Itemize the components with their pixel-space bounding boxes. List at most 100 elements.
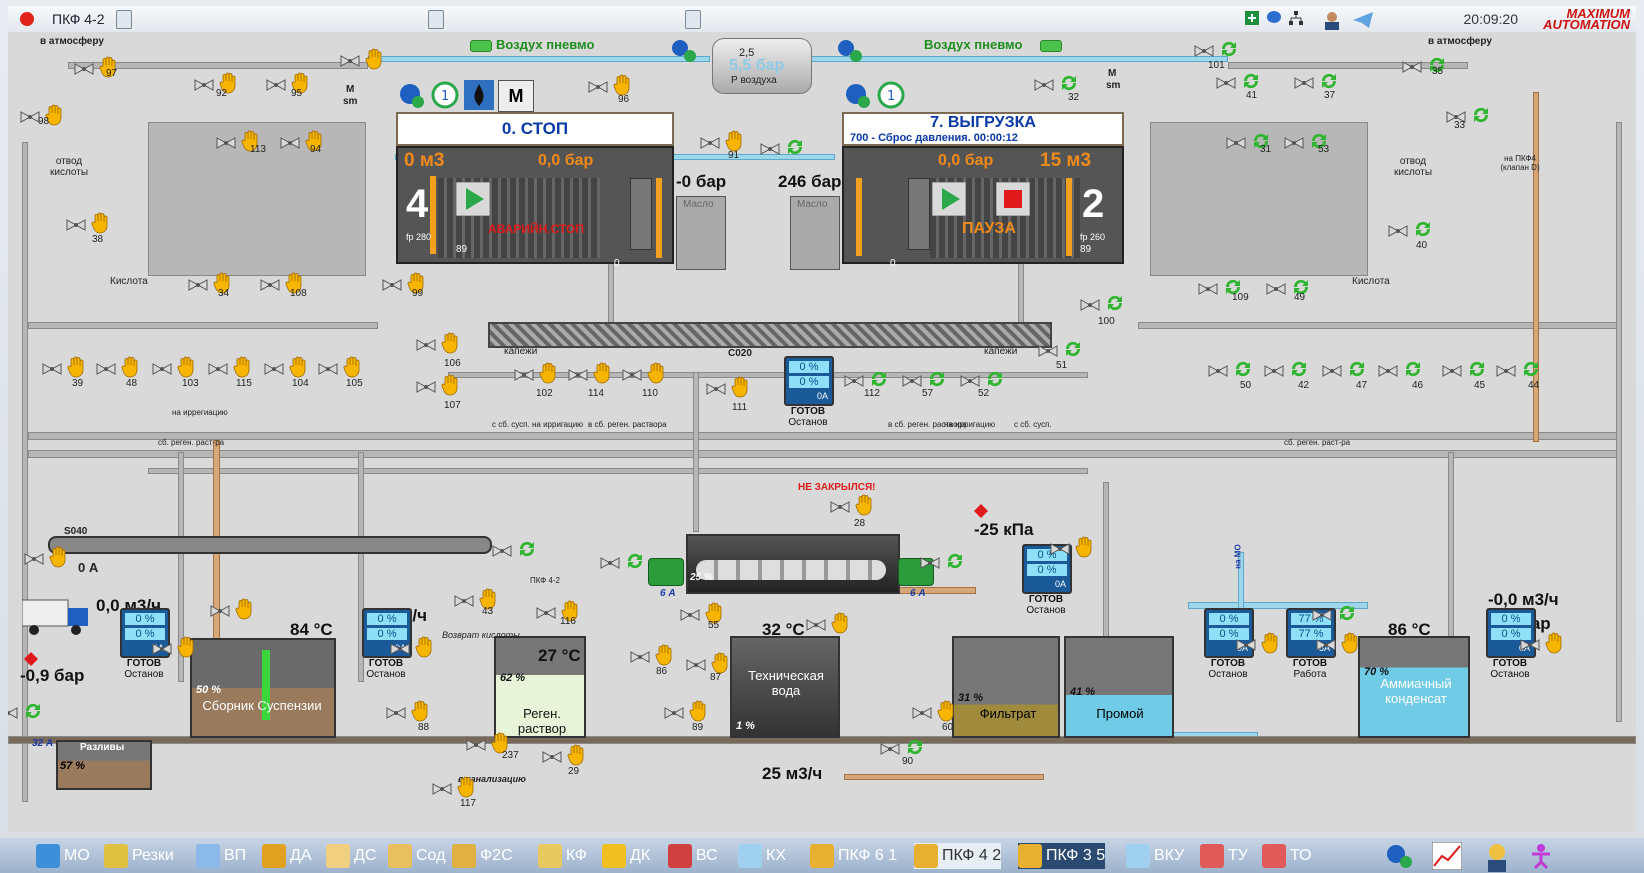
taskbar-item-2[interactable]: ВП	[196, 843, 246, 869]
valve-icon[interactable]	[902, 374, 922, 388]
valve-icon[interactable]	[1294, 76, 1314, 90]
manual-mode-hand-icon[interactable]	[612, 74, 634, 96]
taskbar-item-8[interactable]: ДК	[602, 843, 650, 869]
valve-icon[interactable]	[188, 278, 208, 292]
taskbar-item-0[interactable]: МО	[36, 843, 90, 869]
auto-mode-recycle-icon[interactable]	[868, 368, 890, 390]
gear-icon[interactable]	[668, 36, 698, 64]
manual-mode-hand-icon[interactable]	[646, 362, 668, 384]
settings-gear-icon[interactable]	[396, 80, 426, 110]
valve-icon[interactable]	[390, 642, 410, 656]
manual-mode-hand-icon[interactable]	[566, 744, 588, 766]
send-message-icon[interactable]	[1352, 10, 1374, 30]
valve-icon[interactable]	[622, 368, 642, 382]
valve-icon[interactable]	[706, 382, 726, 396]
auto-mode-recycle-icon[interactable]	[1240, 70, 1262, 92]
valve-icon[interactable]	[1264, 364, 1284, 378]
trend-chart-icon[interactable]	[1432, 842, 1462, 870]
filter-press-2[interactable]: 0,0 бар 15 м3 ПАУЗА 0 89 2 fp 260	[842, 146, 1124, 269]
auto-mode-recycle-icon[interactable]	[1466, 358, 1488, 380]
belt-conveyor-s040[interactable]	[48, 536, 492, 554]
auto-mode-recycle-icon[interactable]	[904, 736, 926, 758]
notepad-icon[interactable]	[428, 10, 444, 29]
taskbar-item-7[interactable]: КФ	[538, 843, 587, 869]
valve-icon[interactable]	[920, 556, 940, 570]
motor[interactable]	[648, 558, 684, 586]
valve-icon[interactable]	[960, 374, 980, 388]
manual-mode-hand-icon[interactable]	[120, 356, 142, 378]
oil-drop-icon[interactable]	[464, 80, 494, 110]
notepad-icon[interactable]	[685, 10, 701, 29]
valve-icon[interactable]	[74, 62, 94, 76]
auto-mode-recycle-icon[interactable]	[22, 700, 44, 722]
taskbar-item-1[interactable]: Резки	[104, 843, 174, 869]
mode-manual-button[interactable]: M	[498, 80, 534, 112]
manual-mode-hand-icon[interactable]	[730, 376, 752, 398]
valve-icon[interactable]	[1322, 364, 1342, 378]
tech-water-tank[interactable]: Техническая вода 1 %	[730, 636, 840, 738]
valve-icon[interactable]	[700, 136, 720, 150]
oil-unit-left[interactable]: Масло	[676, 196, 726, 270]
valve-icon[interactable]	[600, 556, 620, 570]
manual-mode-hand-icon[interactable]	[854, 494, 876, 516]
pump-panel-31[interactable]: 0 % 0 % 0A	[784, 356, 834, 406]
manual-mode-hand-icon[interactable]	[414, 636, 436, 658]
valve-icon[interactable]	[760, 142, 780, 156]
record-indicator-icon[interactable]	[20, 12, 34, 26]
valve-icon[interactable]	[514, 368, 534, 382]
auto-mode-recycle-icon[interactable]	[1470, 104, 1492, 126]
manual-mode-hand-icon[interactable]	[66, 356, 88, 378]
valve-icon[interactable]	[454, 594, 474, 608]
valve-icon[interactable]	[386, 706, 406, 720]
network-icon[interactable]	[1288, 10, 1304, 26]
oil-unit-right[interactable]: Масло	[790, 196, 840, 270]
valve-icon[interactable]	[24, 552, 44, 566]
valve-icon[interactable]	[1050, 542, 1070, 556]
valve-icon[interactable]	[432, 782, 452, 796]
stop-button[interactable]	[996, 182, 1030, 216]
taskbar-item-3[interactable]: ДА	[262, 843, 312, 869]
valve-icon[interactable]	[880, 742, 900, 756]
manual-mode-hand-icon[interactable]	[410, 700, 432, 722]
valve-icon[interactable]	[42, 362, 62, 376]
manual-mode-hand-icon[interactable]	[654, 644, 676, 666]
taskbar-item-10[interactable]: КХ	[738, 843, 786, 869]
manual-mode-hand-icon[interactable]	[1340, 632, 1362, 654]
manual-mode-hand-icon[interactable]	[538, 362, 560, 384]
manual-mode-hand-icon[interactable]	[48, 546, 70, 568]
operator-icon[interactable]	[1320, 10, 1344, 30]
auto-mode-recycle-icon[interactable]	[1104, 292, 1126, 314]
valve-icon[interactable]	[1236, 638, 1256, 652]
settings-gear-icon[interactable]	[842, 80, 872, 110]
manual-mode-hand-icon[interactable]	[1074, 536, 1096, 558]
valve-icon[interactable]	[568, 368, 588, 382]
valve-icon[interactable]	[686, 658, 706, 672]
valve-icon[interactable]	[208, 362, 228, 376]
valve-icon[interactable]	[1216, 76, 1236, 90]
manual-mode-hand-icon[interactable]	[1544, 632, 1566, 654]
valve-icon[interactable]	[266, 78, 286, 92]
manual-mode-hand-icon[interactable]	[830, 612, 852, 634]
valve-icon[interactable]	[318, 362, 338, 376]
valve-icon[interactable]	[280, 136, 300, 150]
valve-icon[interactable]	[466, 738, 486, 752]
manual-mode-hand-icon[interactable]	[342, 356, 364, 378]
valve-icon[interactable]	[664, 706, 684, 720]
valve-icon[interactable]	[806, 618, 826, 632]
auto-mode-recycle-icon[interactable]	[1520, 358, 1542, 380]
air-receiver-tank[interactable]: 2,5 5,5 бар Р воздуха	[712, 38, 812, 94]
valve-icon[interactable]	[416, 380, 436, 394]
add-icon[interactable]	[1244, 10, 1260, 26]
auto-mode-recycle-icon[interactable]	[1402, 358, 1424, 380]
manual-mode-hand-icon[interactable]	[592, 362, 614, 384]
manual-mode-hand-icon[interactable]	[364, 48, 386, 70]
taskbar-item-4[interactable]: ДС	[326, 843, 376, 869]
valve-icon[interactable]	[1198, 282, 1218, 296]
taskbar-item-16[interactable]: ТО	[1262, 843, 1312, 869]
valve-icon[interactable]	[1034, 78, 1054, 92]
valve-icon[interactable]	[1312, 608, 1332, 622]
valve-icon[interactable]	[210, 604, 230, 618]
accessibility-icon[interactable]	[1526, 842, 1556, 870]
manual-mode-hand-icon[interactable]	[90, 212, 112, 234]
auto-mode-recycle-icon[interactable]	[1232, 358, 1254, 380]
